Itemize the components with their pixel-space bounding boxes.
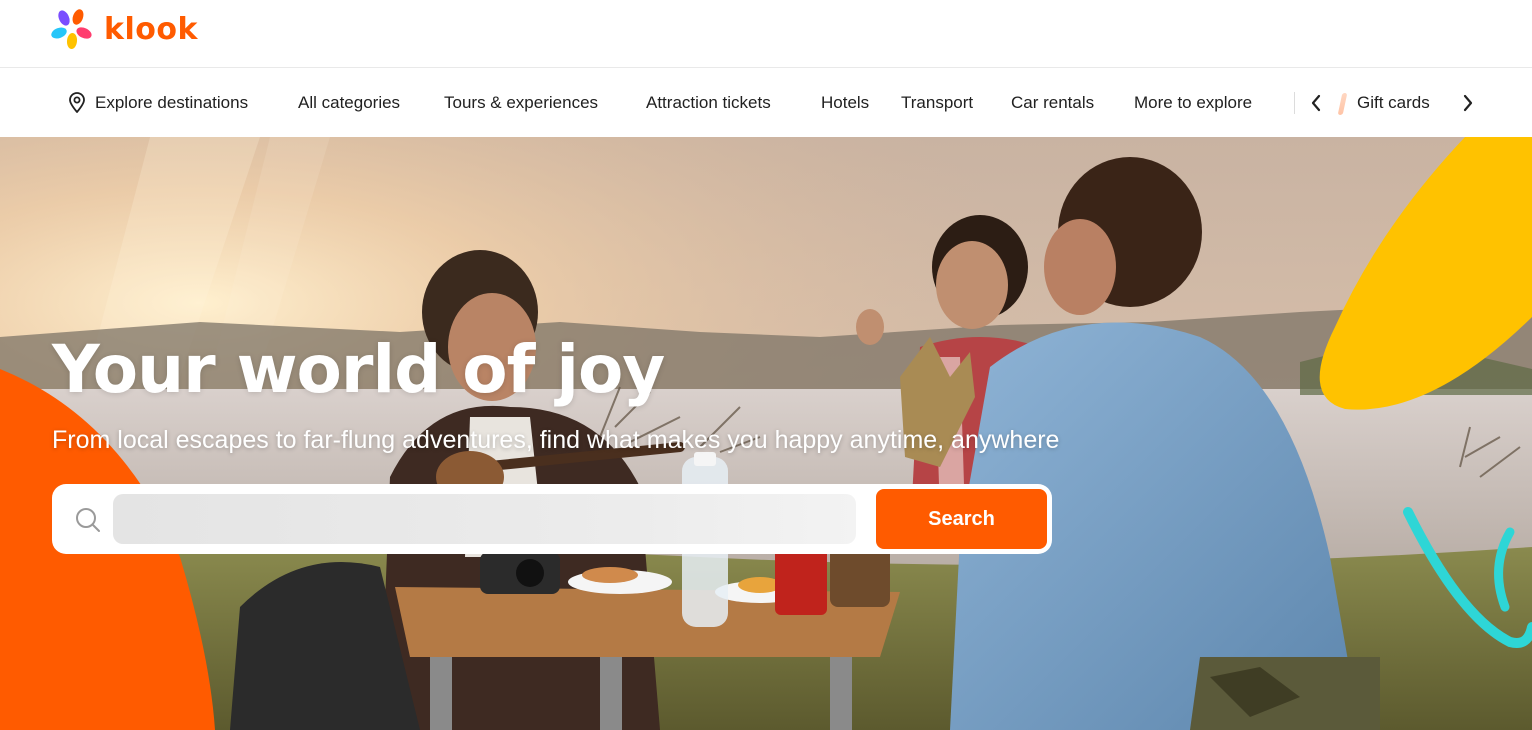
nav-label-car-rentals: Car rentals [1011,93,1095,112]
hero-subtitle: From local escapes to far-flung adventur… [52,426,1060,454]
search-button[interactable]: Search [876,489,1047,549]
hero-banner: Your world of joy From local escapes to … [0,137,1532,730]
nav-label-tours-experiences: Tours & experiences [444,93,599,112]
location-pin-icon [69,92,85,113]
nav-item-gift-cards[interactable]: Gift cards [1357,90,1430,116]
nav-item-car-rentals[interactable]: Car rentals [1011,90,1094,116]
nav-label-all-categories: All categories [298,93,401,112]
nav-label-gift-cards: Gift cards [1357,93,1430,112]
search-icon [76,508,100,532]
nav-carousel-prev-button[interactable] [1305,90,1327,116]
nav-label-hotels: Hotels [821,93,870,112]
klook-logo[interactable]: klook [50,8,198,52]
chevron-left-icon [1311,94,1321,112]
chevron-right-icon [1463,94,1473,112]
nav-label-more-to-explore: More to explore [1134,93,1253,112]
gift-card-icon-fragment [1337,93,1348,115]
nav-divider [1294,92,1295,114]
nav-label-transport: Transport [901,93,974,112]
nav-item-transport[interactable]: Transport [901,90,973,116]
nav-item-hotels[interactable]: Hotels [821,90,869,116]
nav-item-explore-destinations[interactable]: Explore destinations [67,90,248,116]
search-bar: Search [52,484,1052,554]
nav-carousel-next-button[interactable] [1457,90,1479,116]
nav-item-all-categories[interactable]: All categories [298,90,400,116]
search-input[interactable] [113,494,856,544]
nav-item-more-to-explore[interactable]: More to explore [1134,90,1252,116]
top-header: klook [0,0,1532,68]
klook-petal-logo-icon [51,9,92,49]
nav-item-attraction-tickets[interactable]: Attraction tickets [646,90,771,116]
hero-title: Your world of joy [52,331,665,408]
nav-label-explore-destinations: Explore destinations [95,93,249,112]
nav-label-attraction-tickets: Attraction tickets [646,93,771,112]
nav-item-tours-experiences[interactable]: Tours & experiences [444,90,598,116]
brand-name: klook [104,11,198,47]
category-nav: Explore destinations All categories Tour… [0,68,1532,137]
